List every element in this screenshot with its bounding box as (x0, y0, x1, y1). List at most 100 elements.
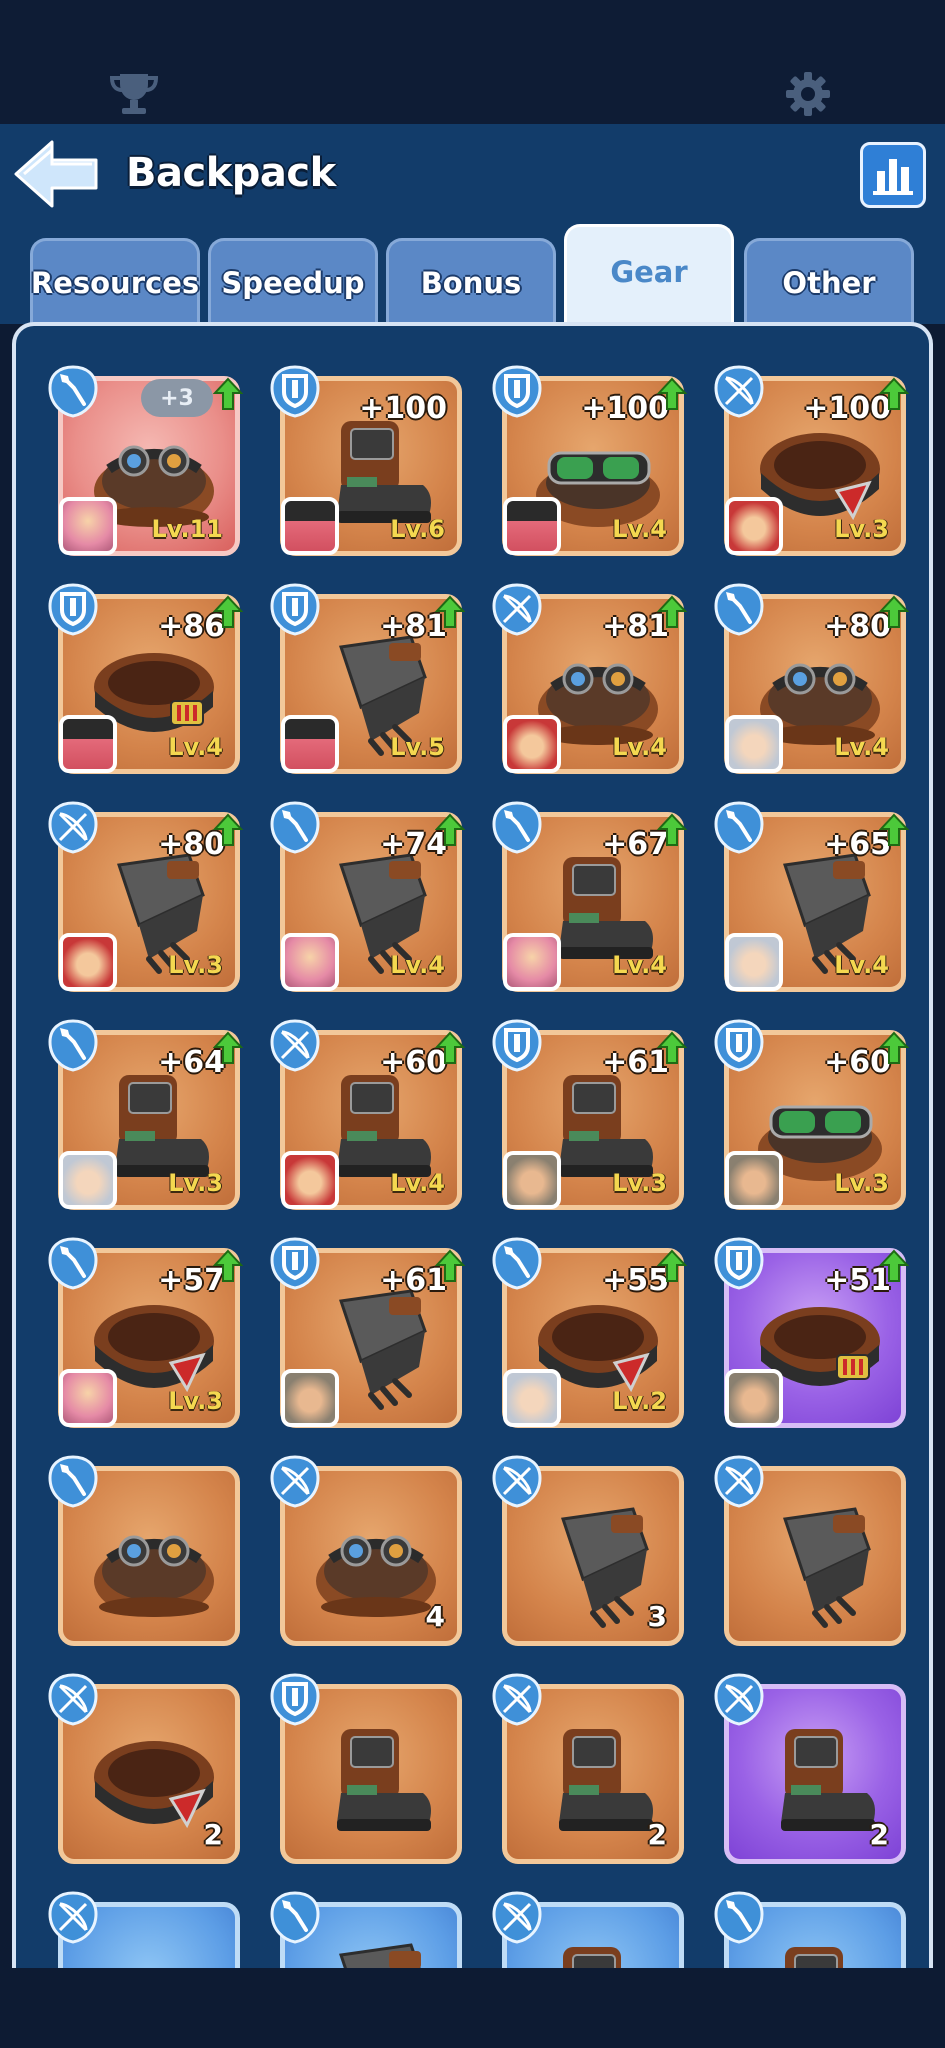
gear-item[interactable] (270, 1891, 462, 1968)
upgrade-arrow-icon (657, 813, 687, 846)
gear-item[interactable]: +80 Lv.4 (714, 583, 909, 774)
bow-badge-icon (492, 583, 542, 636)
gear-item[interactable]: +61 (270, 1237, 465, 1428)
bow-badge-icon (48, 801, 98, 854)
gear-item[interactable]: +51 (714, 1237, 909, 1428)
tab-other[interactable]: Other (744, 238, 914, 324)
gear-item[interactable]: +60 Lv.3 (714, 1019, 909, 1210)
gear-item[interactable]: +61 Lv.3 (492, 1019, 687, 1210)
gear-item[interactable] (48, 1891, 240, 1968)
hero-avatar (503, 715, 561, 773)
upgrade-arrow-icon (435, 813, 465, 846)
status-bar (0, 0, 945, 124)
upgrade-arrow-icon (879, 595, 909, 628)
bar-chart-icon (873, 159, 913, 195)
gear-item[interactable]: +100 Lv.3 (714, 365, 909, 556)
hero-avatar (725, 715, 783, 773)
shield-badge-icon (48, 583, 98, 636)
tab-gear[interactable]: Gear (564, 224, 734, 324)
shield-badge-icon (270, 583, 320, 636)
gear-item[interactable]: +74 Lv.4 (270, 801, 465, 992)
gear-item[interactable]: +57 Lv.3 (48, 1237, 243, 1428)
gear-item[interactable]: 2 (492, 1673, 684, 1864)
bonus-value: +100 (581, 391, 669, 426)
level-label: Lv.3 (834, 1169, 889, 1197)
gear-item[interactable]: 2 (48, 1673, 240, 1864)
level-label: Lv.3 (168, 1169, 223, 1197)
gear-item[interactable]: +80 Lv.3 (48, 801, 243, 992)
upgrade-arrow-icon (879, 813, 909, 846)
shovel-badge-icon (492, 801, 542, 854)
bow-badge-icon (270, 1455, 320, 1508)
bow-badge-icon (492, 1891, 542, 1944)
tab-bonus[interactable]: Bonus (386, 238, 556, 324)
level-label: Lv.4 (168, 733, 223, 761)
gear-item[interactable] (48, 1455, 240, 1646)
hero-avatar (725, 1369, 783, 1427)
shovel-badge-icon (270, 1891, 320, 1944)
gear-item[interactable] (714, 1455, 906, 1646)
stats-button[interactable] (860, 142, 926, 208)
shovel-badge-icon (714, 801, 764, 854)
gear-item[interactable]: +55 Lv.2 (492, 1237, 687, 1428)
hero-avatar (725, 497, 783, 555)
shield-badge-icon (492, 365, 542, 418)
shield-badge-icon (270, 1237, 320, 1290)
quantity-label: 4 (425, 1600, 445, 1633)
gear-item[interactable]: +100 Lv.4 (492, 365, 687, 556)
bow-badge-icon (270, 1019, 320, 1072)
upgrade-arrow-icon (657, 1031, 687, 1064)
gear-item[interactable]: 2 (714, 1673, 906, 1864)
back-arrow-icon[interactable] (12, 138, 100, 210)
hero-avatar (59, 1151, 117, 1209)
gear-item[interactable]: 3 (492, 1455, 684, 1646)
gear-item[interactable]: +65 Lv.4 (714, 801, 909, 992)
gear-item[interactable]: +81 Lv.4 (492, 583, 687, 774)
trophy-icon[interactable] (108, 70, 160, 116)
gear-item[interactable]: +3 Lv.11 (48, 365, 243, 556)
gear-item[interactable]: +100 Lv.6 (270, 365, 462, 556)
upgrade-arrow-icon (213, 1249, 243, 1282)
shovel-badge-icon (714, 1891, 764, 1944)
gear-item[interactable]: +60 Lv.4 (270, 1019, 465, 1210)
gear-item[interactable]: +64 Lv.3 (48, 1019, 243, 1210)
shield-badge-icon (492, 1019, 542, 1072)
bow-badge-icon (714, 365, 764, 418)
level-label: Lv.3 (168, 1387, 223, 1415)
shield-badge-icon (714, 1237, 764, 1290)
upgrade-arrow-icon (879, 1031, 909, 1064)
enhance-pill: +3 (141, 379, 213, 417)
level-label: Lv.3 (168, 951, 223, 979)
hero-avatar (281, 933, 339, 991)
bow-badge-icon (492, 1455, 542, 1508)
level-label: Lv.4 (834, 951, 889, 979)
upgrade-arrow-icon (213, 595, 243, 628)
upgrade-arrow-icon (657, 595, 687, 628)
gear-grid-panel: +3 Lv.11 +100 Lv.6 +100 Lv.4 +100 Lv.3 +86 Lv.4 +8… (12, 322, 933, 1968)
level-label: Lv.6 (390, 515, 445, 543)
gear-item[interactable] (492, 1891, 684, 1968)
gear-item[interactable]: +86 Lv.4 (48, 583, 243, 774)
upgrade-arrow-icon (879, 377, 909, 410)
upgrade-arrow-icon (657, 1249, 687, 1282)
goggles-helmet-icon (94, 1535, 214, 1617)
tab-speedup[interactable]: Speedup (208, 238, 378, 324)
level-label: Lv.4 (612, 733, 667, 761)
tab-resources[interactable]: Resources (30, 238, 200, 324)
shield-badge-icon (270, 1673, 320, 1726)
boot-icon (563, 1947, 621, 1968)
quantity-label: 2 (647, 1818, 667, 1851)
upgrade-arrow-icon (435, 1031, 465, 1064)
gear-item[interactable]: +67 Lv.4 (492, 801, 687, 992)
gear-item[interactable]: 4 (270, 1455, 462, 1646)
level-label: Lv.4 (390, 951, 445, 979)
gear-icon[interactable] (784, 70, 832, 118)
gear-item[interactable]: +81 Lv.5 (270, 583, 465, 774)
gear-item[interactable] (270, 1673, 462, 1864)
shovel-badge-icon (492, 1237, 542, 1290)
hero-avatar (503, 497, 561, 555)
gear-item[interactable] (714, 1891, 906, 1968)
goggles-helmet-icon (79, 1925, 229, 1968)
bonus-value: +100 (359, 391, 447, 426)
hero-avatar (281, 497, 339, 555)
